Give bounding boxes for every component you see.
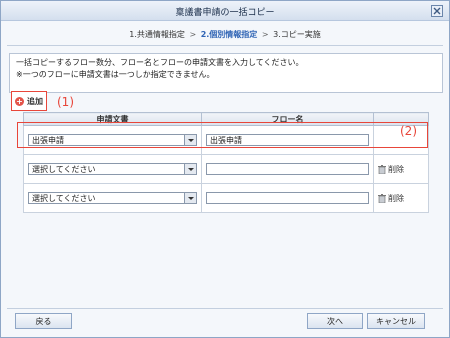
- cancel-button[interactable]: キャンセル: [367, 313, 425, 329]
- close-icon[interactable]: [431, 5, 443, 17]
- instruction-box: 一括コピーするフロー数分、フロー名とフローの申請文書を入力してください。 ※一つ…: [9, 53, 443, 93]
- step-separator: >: [189, 30, 197, 39]
- table-row: 選択してください 削除: [23, 183, 429, 213]
- next-button[interactable]: 次へ: [307, 313, 363, 329]
- flow-name-input[interactable]: [206, 192, 369, 204]
- bulk-copy-dialog: 稟議書申請の一括コピー 1.共通情報指定 > 2.個別情報指定 > 3.コピー実…: [0, 0, 450, 338]
- wizard-steps: 1.共通情報指定 > 2.個別情報指定 > 3.コピー実施: [1, 29, 449, 40]
- step-execute-copy: 3.コピー実施: [273, 30, 321, 39]
- document-select[interactable]: 選択してください: [28, 163, 197, 175]
- annotation-2: (2): [400, 124, 417, 138]
- add-row-button[interactable]: + 追加: [11, 91, 47, 111]
- plus-circle-icon: +: [15, 96, 24, 106]
- delete-row-button[interactable]: 削除: [378, 164, 424, 175]
- back-button[interactable]: 戻る: [15, 313, 72, 329]
- flow-name-input[interactable]: [206, 163, 369, 175]
- delete-row-button[interactable]: 削除: [378, 193, 424, 204]
- instruction-line-1: 一括コピーするフロー数分、フロー名とフローの申請文書を入力してください。: [16, 58, 304, 67]
- delete-label: 削除: [388, 193, 404, 203]
- step-individual-info: 2.個別情報指定: [200, 30, 258, 39]
- annotation-1: (1): [57, 95, 74, 109]
- step-common-info: 1.共通情報指定: [129, 30, 185, 39]
- chevron-down-icon[interactable]: [184, 164, 196, 174]
- document-select[interactable]: 選択してください: [28, 192, 197, 204]
- table-row: 選択してください 削除: [23, 154, 429, 184]
- delete-label: 削除: [388, 164, 404, 174]
- row-highlight-box: [17, 122, 428, 148]
- document-select-value: 選択してください: [32, 165, 96, 174]
- dialog-title: 稟議書申請の一括コピー: [175, 8, 275, 18]
- trash-icon: [378, 193, 386, 203]
- instruction-line-2: ※一つのフローに申請文書は一つしか指定できません。: [16, 70, 215, 79]
- header-divider: [7, 45, 443, 46]
- trash-icon: [378, 164, 386, 174]
- chevron-down-icon[interactable]: [184, 193, 196, 203]
- footer-divider: [7, 308, 443, 309]
- title-bar: 稟議書申請の一括コピー: [1, 1, 449, 21]
- step-separator: >: [261, 30, 269, 39]
- document-select-value: 選択してください: [32, 194, 96, 203]
- add-row-label: 追加: [27, 96, 43, 106]
